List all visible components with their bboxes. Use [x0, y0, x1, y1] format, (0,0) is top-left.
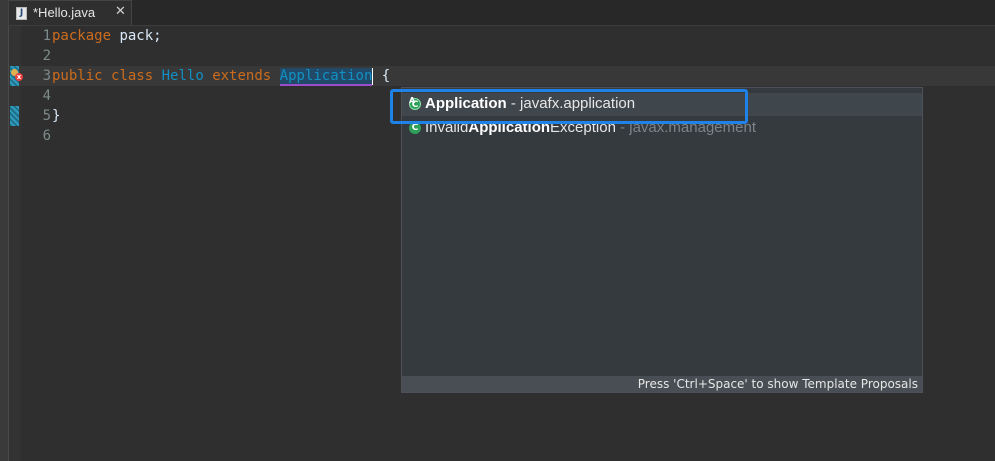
selection-highlight-box: [390, 89, 748, 124]
line-number: 1: [42, 28, 51, 44]
left-edge-strip: [0, 0, 9, 461]
line-number: 5: [42, 108, 51, 124]
line-number: 4: [42, 88, 51, 104]
code-text: }: [52, 108, 61, 124]
tab-title: *Hello.java: [33, 5, 96, 20]
code-text: {: [373, 68, 391, 84]
line-number: 6: [42, 128, 51, 144]
code-text: pack;: [111, 28, 162, 44]
code-line-3: public class Hello extends Application {: [52, 66, 390, 86]
java-file-icon: J: [16, 7, 27, 20]
keyword: extends: [212, 68, 272, 84]
keyword: class: [111, 68, 154, 84]
line-number: 2: [42, 48, 51, 64]
code-line-5: }: [52, 106, 60, 126]
content-assist-status-bar: Press 'Ctrl+Space' to show Template Prop…: [402, 376, 922, 392]
annotation-ruler: [9, 26, 21, 461]
keyword: public: [52, 68, 103, 84]
line-number: 3: [42, 68, 51, 84]
quick-diff-marker: [10, 106, 19, 126]
status-hint: Press 'Ctrl+Space' to show Template Prop…: [637, 377, 918, 391]
error-lightbulb-icon[interactable]: x: [11, 69, 23, 81]
selected-type-name[interactable]: Application: [279, 68, 373, 86]
tab-hello-java[interactable]: J *Hello.java ✕: [8, 0, 132, 25]
editor-tab-bar: J *Hello.java ✕: [8, 0, 995, 26]
code-line-1: package pack;: [52, 26, 162, 46]
content-assist-popup: CA Application - javafx.application C In…: [401, 87, 923, 393]
close-icon[interactable]: ✕: [115, 4, 126, 19]
class-name: Hello: [161, 68, 204, 84]
keyword: package: [52, 28, 112, 44]
